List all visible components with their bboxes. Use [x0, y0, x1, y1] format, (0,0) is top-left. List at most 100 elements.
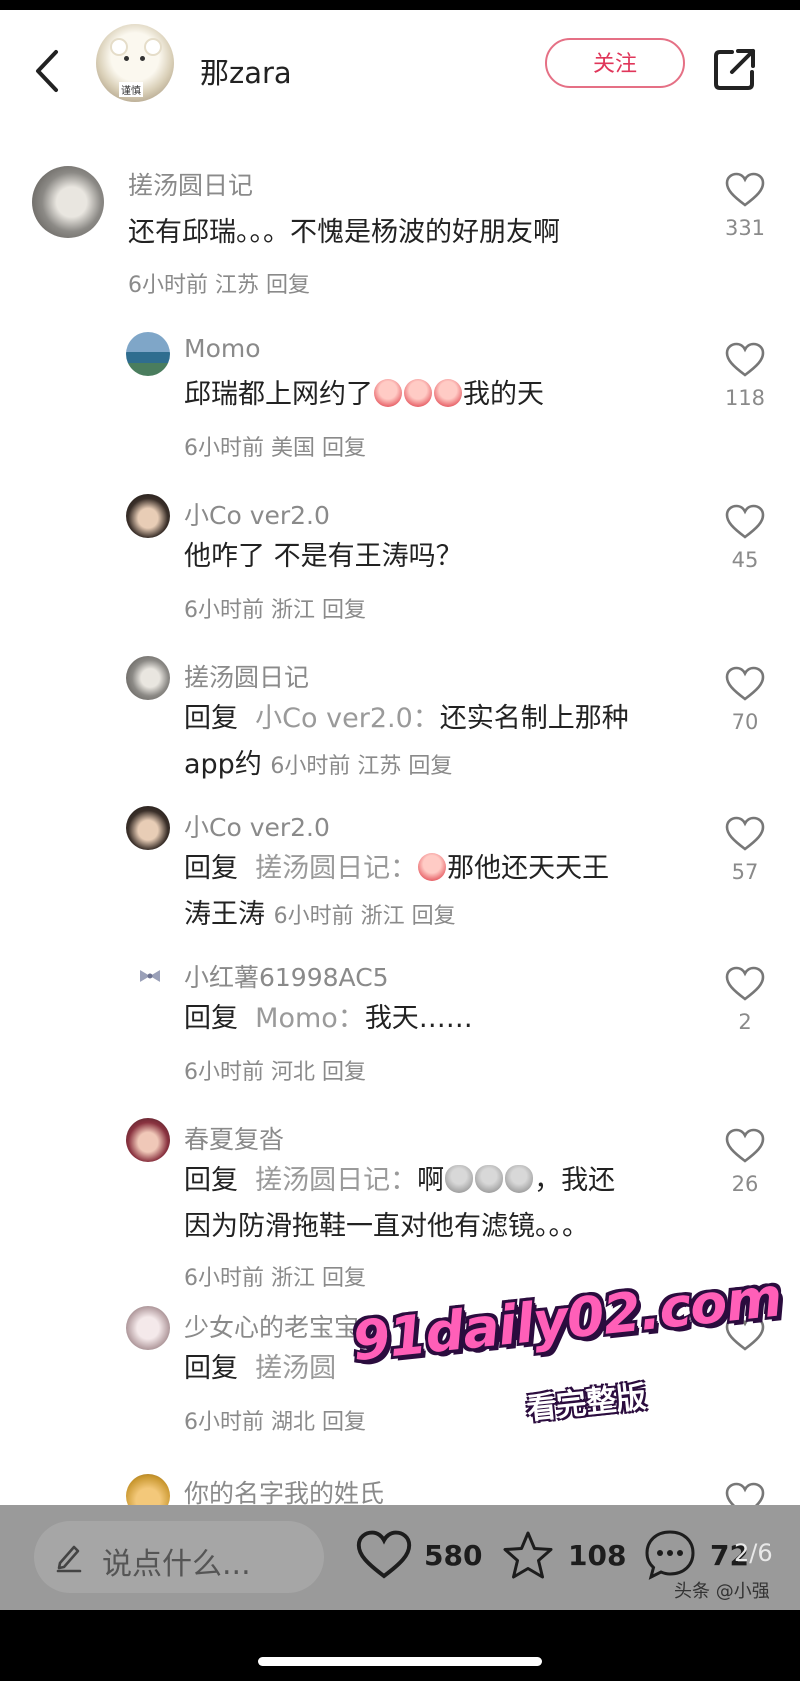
comment-text: 回复 搓汤圆日记：啊 ，我还: [184, 1158, 615, 1203]
commenter-name[interactable]: 小红薯61998AC5: [184, 958, 389, 994]
comment-text-part: 啊: [417, 1165, 445, 1196]
commenter-avatar[interactable]: [126, 1474, 170, 1506]
sweat-emoji-icon: [445, 1165, 474, 1193]
back-arrow-icon[interactable]: [28, 46, 68, 96]
comment-meta[interactable]: 6小时前 浙江 回复: [184, 592, 366, 624]
reply-target[interactable]: 搓汤圆: [255, 1353, 336, 1384]
system-nav-bar: [0, 1610, 800, 1681]
comment-text-part: 涛王涛: [184, 899, 265, 930]
like-button[interactable]: [715, 1316, 775, 1352]
like-button[interactable]: 26: [715, 1128, 775, 1196]
comment-meta[interactable]: 6小时前 江苏 回复: [270, 754, 452, 779]
comment-text-line2: app约 6小时前 江苏 回复: [184, 742, 452, 789]
comment-text: 回复 搓汤圆日记： 那他还天天王: [184, 846, 609, 891]
comment-text: 回复 小Co ver2.0：还实名制上那种: [184, 696, 629, 741]
reply-prefix: 回复: [184, 703, 238, 734]
follow-button[interactable]: 关注: [545, 38, 685, 88]
commenter-avatar[interactable]: [32, 166, 104, 238]
commenter-name[interactable]: Momo: [184, 334, 261, 363]
share-icon[interactable]: [712, 46, 758, 92]
commenter-avatar[interactable]: [138, 966, 162, 986]
like-count: 57: [731, 860, 759, 884]
page-indicator: 2/6: [734, 1539, 773, 1567]
home-indicator[interactable]: [258, 1657, 542, 1666]
like-button[interactable]: 331: [715, 172, 775, 240]
heart-icon: [725, 1128, 765, 1163]
commenter-avatar[interactable]: [126, 656, 170, 700]
commenter-avatar[interactable]: [126, 1118, 170, 1162]
like-button[interactable]: 57: [715, 816, 775, 884]
comment-input[interactable]: 说点什么...: [34, 1521, 324, 1593]
bear-eye: [124, 56, 129, 61]
reply-prefix: 回复: [184, 853, 238, 884]
like-post-button[interactable]: 580: [356, 1525, 486, 1589]
comment-meta[interactable]: 6小时前 美国 回复: [184, 430, 366, 462]
heart-icon: [725, 1316, 765, 1351]
comment-text-line2: 因为防滑拖鞋一直对他有滤镜。。。: [184, 1211, 589, 1242]
commenter-name[interactable]: 小Co ver2.0: [184, 496, 330, 532]
reply-target[interactable]: Momo：: [255, 1003, 365, 1034]
comment-text-part: 那他还天天王: [447, 853, 610, 884]
like-button[interactable]: [715, 1482, 775, 1506]
commenter-avatar[interactable]: [126, 332, 170, 376]
reply-target[interactable]: 小Co ver2.0：: [255, 703, 440, 734]
like-button[interactable]: 45: [715, 504, 775, 572]
reply-item: 小红薯61998AC5 回复 Momo：我天…… 6小时前 河北 回复 2: [0, 952, 800, 1087]
like-count: 2: [738, 1010, 752, 1034]
heart-icon: [725, 666, 765, 701]
heart-icon: [725, 1482, 765, 1506]
comment-meta[interactable]: 6小时前 浙江 回复: [184, 1260, 366, 1292]
reply-target[interactable]: 搓汤圆日记：: [255, 853, 417, 884]
like-count: 118: [724, 386, 766, 410]
heart-icon: [725, 172, 765, 207]
commenter-name[interactable]: 少女心的老宝宝: [184, 1308, 359, 1344]
reply-target[interactable]: 搓汤圆日记：: [255, 1165, 417, 1196]
author-avatar[interactable]: 谨慎: [96, 24, 174, 102]
sweat-emoji-icon: [475, 1165, 504, 1193]
like-button[interactable]: 118: [715, 342, 775, 410]
comment-text-part: 我天……: [364, 1003, 473, 1034]
like-button[interactable]: 2: [715, 966, 775, 1034]
favorite-button[interactable]: 108: [500, 1525, 630, 1589]
comment-meta[interactable]: 6小时前 河北 回复: [184, 1054, 366, 1086]
heart-icon: [725, 816, 765, 851]
comment-text-line2: 涛王涛 6小时前 浙江 回复: [184, 892, 456, 939]
commenter-name[interactable]: 搓汤圆日记: [128, 166, 253, 202]
comment-text-part: 邱瑞都上网约了: [184, 379, 373, 410]
commenter-avatar[interactable]: [126, 1306, 170, 1350]
commenter-avatar[interactable]: [126, 494, 170, 538]
like-count: 26: [731, 1172, 759, 1196]
reply-prefix: 回复: [184, 1165, 238, 1196]
heart-icon: [725, 504, 765, 539]
bow-avatar-icon: [140, 970, 160, 982]
comment-text-part: 还实名制上那种: [439, 703, 629, 734]
commenter-avatar[interactable]: [126, 806, 170, 850]
sweat-emoji-icon: [505, 1165, 534, 1193]
comment-text: 回复 Momo：我天……: [184, 996, 473, 1041]
reply-item: Momo 邱瑞都上网约了 我的天 6小时前 美国 回复 118: [0, 328, 800, 468]
commenter-name[interactable]: 春夏复沓: [184, 1120, 284, 1156]
like-button[interactable]: 70: [715, 666, 775, 734]
pen-icon: [56, 1545, 82, 1573]
heart-icon: [725, 342, 765, 377]
commenter-name[interactable]: 你的名字我的姓氏: [184, 1474, 384, 1506]
reply-prefix: 回复: [184, 1353, 238, 1384]
comment-icon: [645, 1530, 695, 1580]
crying-emoji-icon: [418, 853, 447, 881]
bottom-action-bar: 说点什么... 580 108 72 2/6 头条 @小强: [0, 1505, 800, 1610]
like-count: 331: [724, 216, 766, 240]
comment-meta[interactable]: 6小时前 湖北 回复: [184, 1404, 366, 1436]
reply-item: 搓汤圆日记 回复 小Co ver2.0：还实名制上那种 app约 6小时前 江苏…: [0, 652, 800, 787]
like-count: 70: [731, 710, 759, 734]
crying-emoji-icon: [404, 379, 432, 407]
comment-item: 搓汤圆日记 还有邱瑞。。。不愧是杨波的好朋友啊 6小时前 江苏 回复 331: [0, 160, 800, 300]
commenter-name[interactable]: 搓汤圆日记: [184, 658, 309, 694]
status-bar-frame: [0, 0, 800, 10]
crying-emoji-icon: [434, 379, 462, 407]
comment-text-part: ，我还: [534, 1165, 616, 1196]
commenter-name[interactable]: 小Co ver2.0: [184, 808, 330, 844]
comment-meta[interactable]: 6小时前 浙江 回复: [274, 904, 456, 929]
comment-meta[interactable]: 6小时前 江苏 回复: [128, 267, 310, 299]
author-username[interactable]: 那zara: [200, 50, 292, 92]
reply-item: 你的名字我的姓氏: [0, 1470, 800, 1506]
